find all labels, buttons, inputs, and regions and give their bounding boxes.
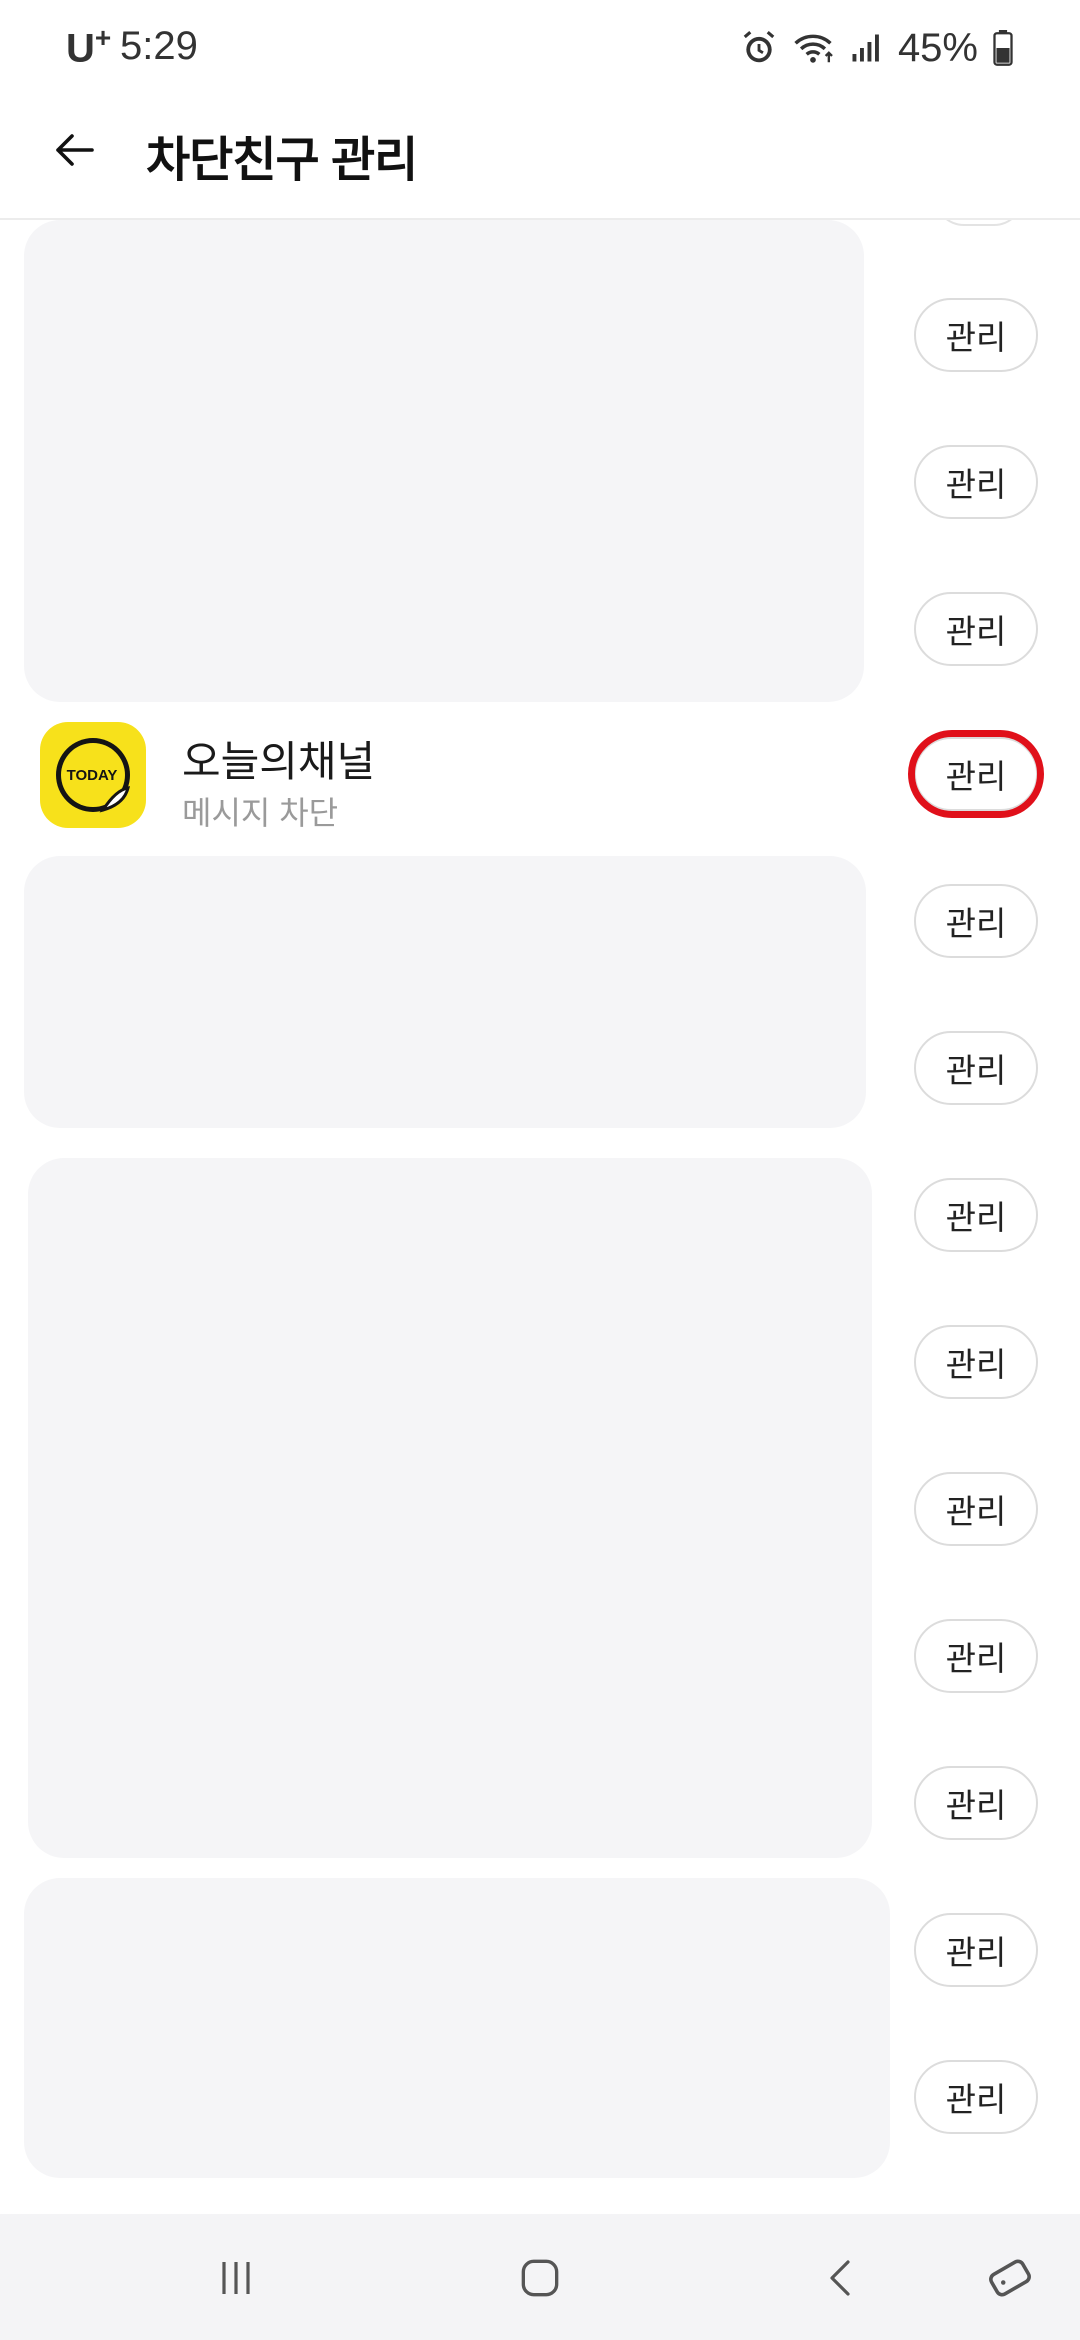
manage-button[interactable]: 관리	[914, 592, 1038, 666]
channel-status: 메시지 차단	[182, 795, 339, 831]
highlight-annotation	[908, 730, 1044, 818]
recent-apps-icon	[222, 2262, 250, 2294]
redacted-block	[24, 856, 866, 1128]
status-icons: 45%	[740, 20, 1014, 76]
back-icon	[830, 2260, 850, 2296]
manage-button[interactable]: 관리	[914, 1766, 1038, 1840]
manage-button[interactable]: 관리	[914, 1031, 1038, 1105]
channel-avatar[interactable]: TODAY	[40, 722, 146, 828]
recent-apps-button[interactable]	[200, 2242, 272, 2314]
battery-icon	[992, 30, 1014, 66]
channel-name: 오늘의채널	[182, 738, 376, 785]
alarm-icon	[740, 29, 778, 67]
system-nav-bar	[0, 2214, 1080, 2340]
back-arrow-icon	[56, 134, 94, 166]
blocked-friends-list[interactable]: TODAY 오늘의채널 메시지 차단 관리 관리 관리 관리 관리 관리 관리 …	[0, 220, 1080, 2214]
signal-icon	[848, 30, 884, 66]
manage-button[interactable]: 관리	[914, 445, 1038, 519]
app-header: 차단친구 관리	[0, 96, 1080, 218]
manage-button[interactable]: 관리	[914, 1325, 1038, 1399]
back-button[interactable]	[40, 116, 108, 184]
rotate-button[interactable]	[974, 2242, 1046, 2314]
home-icon	[521, 2259, 559, 2297]
redacted-block	[28, 1158, 872, 1858]
logo-text: TODAY	[67, 767, 118, 784]
screen: U+ 5:29 45% 차단친구 관리 TODAY 오늘의채널 메시지 차단 관…	[0, 0, 1080, 2340]
wifi-icon	[792, 29, 834, 67]
manage-button[interactable]: 관리	[914, 1913, 1038, 1987]
status-time: 5:29	[120, 24, 198, 68]
rotate-icon	[989, 2259, 1031, 2297]
redacted-block	[24, 220, 864, 702]
carrier-label: U+	[66, 22, 112, 71]
page-title: 차단친구 관리	[146, 134, 418, 187]
redacted-block	[24, 1878, 890, 2178]
battery-percent: 45%	[897, 25, 978, 70]
manage-button[interactable]: 관리	[914, 1178, 1038, 1252]
today-sticker-icon: TODAY	[56, 738, 131, 813]
manage-button-partial[interactable]	[934, 220, 1024, 226]
manage-button[interactable]: 관리	[914, 2060, 1038, 2134]
status-bar: U+ 5:29 45%	[0, 0, 1080, 96]
manage-button[interactable]: 관리	[914, 1619, 1038, 1693]
manage-button[interactable]: 관리	[914, 298, 1038, 372]
nav-back-button[interactable]	[806, 2242, 878, 2314]
home-button[interactable]	[504, 2242, 576, 2314]
manage-button[interactable]: 관리	[914, 1472, 1038, 1546]
manage-button[interactable]: 관리	[914, 884, 1038, 958]
